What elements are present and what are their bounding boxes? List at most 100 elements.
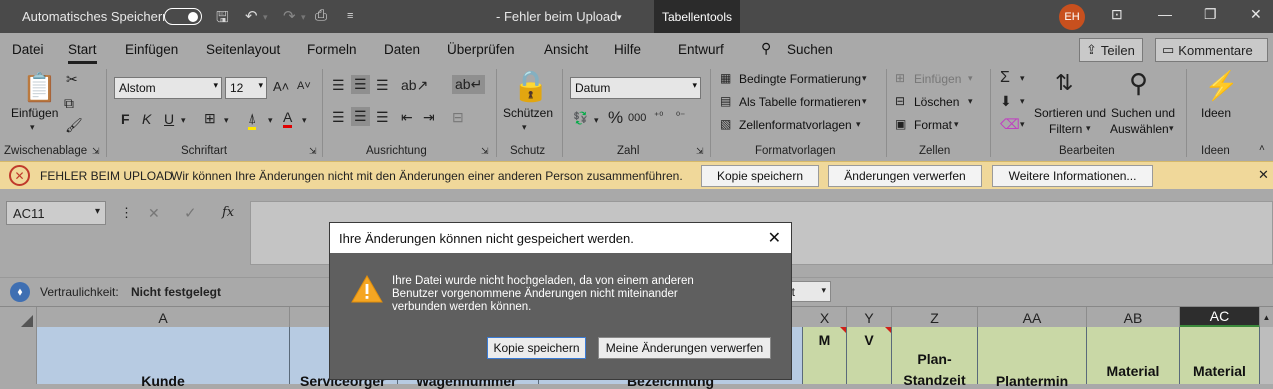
grow-font-icon[interactable]: A˄ — [273, 79, 289, 94]
document-title[interactable]: - Fehler beim Upload — [496, 9, 617, 24]
align-bottom-icon[interactable]: ☰ — [376, 77, 389, 94]
header-cell-material[interactable]: Material — [1180, 327, 1260, 384]
underline-dropdown-icon[interactable]: ▾ — [181, 115, 186, 126]
font-size-combo[interactable]: 12 ▾ — [225, 77, 267, 99]
enter-icon[interactable]: ✓ — [184, 204, 197, 222]
chevron-down-icon[interactable]: ▾ — [1020, 96, 1025, 107]
delete-cells-icon[interactable]: ⊟ — [895, 94, 905, 108]
cell-styles-icon[interactable]: ▧ — [720, 117, 731, 131]
close-icon[interactable]: ✕ — [1258, 167, 1269, 183]
sort-filter-label-1[interactable]: Sortieren und — [1034, 106, 1106, 120]
header-cell-plantermin[interactable]: Plantermin — [978, 327, 1087, 389]
sort-filter-icon[interactable]: ⇅ — [1055, 70, 1073, 96]
tab-entwurf[interactable]: Entwurf — [678, 42, 724, 57]
column-header-ac[interactable]: AC — [1180, 307, 1260, 328]
header-cell-m[interactable]: M — [803, 327, 847, 384]
discard-changes-button[interactable]: Änderungen verwerfen — [828, 165, 982, 187]
tab-start[interactable]: Start — [68, 42, 97, 64]
comment-indicator[interactable] — [885, 327, 891, 333]
align-middle-icon[interactable]: ☰ — [351, 75, 370, 94]
autosum-icon[interactable]: Σ — [1000, 69, 1010, 87]
conditional-format-button[interactable]: Bedingte Formatierung — [739, 72, 861, 86]
number-launcher-icon[interactable]: ⇲ — [696, 146, 704, 157]
italic-icon[interactable]: K — [142, 111, 151, 127]
wrap-text-icon[interactable]: ab↵ — [452, 75, 486, 94]
tab-datei[interactable]: Datei — [12, 42, 44, 57]
header-cell-material[interactable]: Material — [1087, 327, 1180, 384]
restore-icon[interactable]: ❐ — [1204, 6, 1217, 23]
format-painter-icon[interactable]: 🖌 — [65, 117, 83, 134]
clipboard-launcher-icon[interactable]: ⇲ — [92, 146, 100, 157]
column-header-ab[interactable]: AB — [1087, 307, 1180, 328]
protect-label[interactable]: Schützen — [503, 106, 553, 120]
save-icon[interactable]: 🖫 — [216, 7, 229, 32]
title-dropdown-icon[interactable]: ▾ — [617, 12, 622, 23]
tab-daten[interactable]: Daten — [384, 42, 420, 57]
fill-color-icon[interactable]: ⍋ — [248, 110, 257, 130]
column-header-a[interactable]: A — [37, 307, 290, 328]
align-center-icon[interactable]: ☰ — [351, 107, 370, 126]
fill-color-dropdown-icon[interactable]: ▾ — [268, 115, 273, 126]
merge-center-icon[interactable]: ⊟ — [452, 109, 464, 126]
font-launcher-icon[interactable]: ⇲ — [309, 146, 317, 157]
align-right-icon[interactable]: ☰ — [376, 109, 389, 126]
chevron-down-icon[interactable]: ▾ — [1020, 119, 1025, 130]
format-cells-button[interactable]: Format — [914, 118, 952, 132]
find-select-label-1[interactable]: Suchen und — [1111, 106, 1175, 120]
more-info-button[interactable]: Weitere Informationen... — [992, 165, 1153, 187]
cell-styles-button[interactable]: Zellenformatvorlagen — [739, 118, 852, 132]
ideas-icon[interactable]: ⚡ — [1204, 69, 1239, 102]
chevron-down-icon[interactable]: ▾ — [862, 96, 867, 107]
chevron-down-icon[interactable]: ▾ — [1169, 123, 1174, 134]
customize-toolbar-icon[interactable]: ≡ — [347, 10, 353, 22]
align-top-icon[interactable]: ☰ — [332, 77, 345, 94]
chevron-down-icon[interactable]: ▾ — [862, 73, 867, 84]
format-cells-icon[interactable]: ▣ — [895, 117, 906, 131]
scrollbar-up-icon[interactable]: ▲ — [1260, 307, 1273, 328]
format-as-table-button[interactable]: Als Tabelle formatieren — [739, 95, 861, 109]
font-color-icon[interactable]: A — [283, 109, 293, 128]
find-select-icon[interactable]: ⚲ — [1129, 68, 1148, 99]
undo-icon[interactable]: ↶ — [245, 7, 258, 25]
cut-icon[interactable]: ✂ — [66, 71, 78, 88]
minimize-icon[interactable]: — — [1158, 6, 1172, 22]
share-button[interactable]: ⇪ Teilen — [1079, 38, 1143, 62]
orientation-icon[interactable]: ab↗ — [401, 77, 428, 94]
paste-icon[interactable]: 📋 — [22, 71, 57, 104]
paste-dropdown-icon[interactable]: ▾ — [30, 122, 35, 133]
paste-label[interactable]: Einfügen — [11, 106, 58, 120]
select-all-corner[interactable] — [0, 307, 37, 328]
currency-dropdown-icon[interactable]: ▾ — [594, 115, 599, 126]
percent-icon[interactable]: % — [608, 108, 623, 128]
font-color-dropdown-icon[interactable]: ▾ — [302, 115, 307, 126]
increase-decimal-icon[interactable]: ⁺⁰ — [654, 111, 663, 122]
protect-icon[interactable]: 🔒 — [512, 69, 549, 104]
column-header[interactable] — [290, 307, 330, 328]
cancel-icon[interactable]: ✕ — [148, 205, 160, 222]
header-cell-v[interactable]: V — [847, 327, 892, 384]
comments-button[interactable]: ▭ Kommentare — [1155, 38, 1268, 62]
chevron-down-icon[interactable]: ▾ — [1020, 73, 1025, 84]
tab-hilfe[interactable]: Hilfe — [614, 42, 641, 57]
collapse-ribbon-icon[interactable]: ˄ — [1259, 143, 1265, 154]
tab-formeln[interactable]: Formeln — [307, 42, 357, 57]
dialog-discard-changes-button[interactable]: Meine Änderungen verwerfen — [598, 337, 771, 359]
column-header-z[interactable]: Z — [892, 307, 978, 328]
column-header-y[interactable]: Y — [847, 307, 892, 328]
ribbon-display-icon[interactable]: ⊡ — [1111, 6, 1123, 23]
header-cell-kunde[interactable]: Kunde — [37, 327, 290, 389]
undo-dropdown-icon[interactable]: ▾ — [263, 12, 268, 23]
chevron-down-icon[interactable]: ▾ — [954, 119, 959, 130]
search-icon[interactable]: ⚲ — [761, 40, 771, 57]
save-copy-button[interactable]: Kopie speichern — [701, 165, 819, 187]
tab-ueberpruefen[interactable]: Überprüfen — [447, 42, 515, 57]
currency-icon[interactable]: 💱 — [573, 111, 588, 125]
close-window-icon[interactable]: ✕ — [1250, 6, 1262, 23]
dialog-save-copy-button[interactable]: Kopie speichern — [487, 337, 586, 359]
number-format-combo[interactable]: Datum ▾ — [570, 77, 701, 99]
borders-dropdown-icon[interactable]: ▾ — [224, 115, 229, 126]
header-cell-plan-standzeit[interactable]: Plan- Standzeit — [892, 327, 978, 388]
close-icon[interactable]: ✕ — [768, 228, 781, 248]
ideas-button[interactable]: Ideen — [1201, 106, 1231, 120]
delete-cells-button[interactable]: Löschen — [914, 95, 959, 109]
